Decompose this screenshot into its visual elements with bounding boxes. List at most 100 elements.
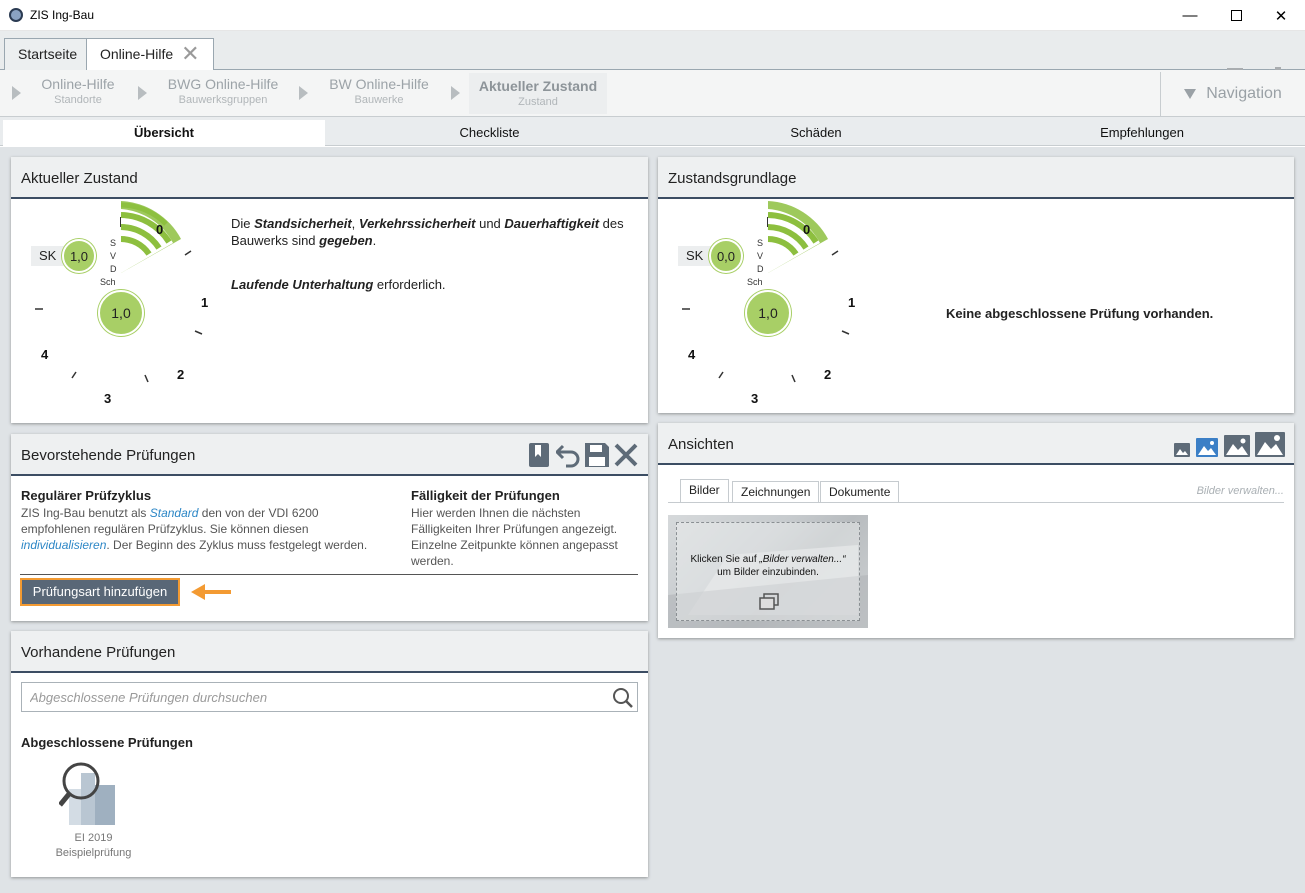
panel-title: Ansichten — [668, 436, 734, 453]
panel-title: Zustandsgrundlage — [668, 170, 797, 187]
minimize-button[interactable]: — — [1167, 0, 1213, 31]
individualize-link[interactable]: individualisieren — [21, 538, 106, 552]
search-field[interactable] — [21, 682, 638, 712]
tab-dokumente[interactable]: Dokumente — [820, 481, 900, 503]
drop-hint: Klicken Sie auf „Bilder verwalten...“ um … — [677, 553, 859, 579]
tab-label: Startseite — [18, 46, 78, 62]
text: , — [351, 216, 359, 231]
tab-startseite[interactable]: Startseite — [4, 38, 92, 70]
breadcrumb: Online-Hilfe Standorte BWG Online-Hilfe Ba… — [0, 70, 1305, 117]
breadcrumb-subtitle: Zustand — [518, 96, 558, 108]
tab-zeichnungen[interactable]: Zeichnungen — [732, 481, 820, 503]
sk-value: 0,0 — [709, 239, 743, 273]
gauge-tick — [767, 217, 768, 227]
inspection-item-date: EI 2019 — [74, 832, 113, 844]
breadcrumb-item-bauwerksgruppen[interactable]: BWG Online-Hilfe Bauwerksgruppen — [158, 76, 288, 106]
gauge-scale-label: 2 — [177, 367, 185, 382]
maintenance-note: Laufende Unterhaltung erforderlich. — [231, 277, 446, 292]
gauge-category-label: Sch — [100, 277, 116, 287]
text: gegeben — [319, 233, 373, 248]
breadcrumb-item-zustand[interactable]: Aktueller Zustand Zustand — [469, 73, 607, 114]
gauge-scale-label: 2 — [824, 367, 832, 382]
gauge-category-label: V — [757, 251, 764, 261]
divider — [668, 502, 1284, 503]
image-large-icon[interactable] — [1224, 435, 1250, 457]
text: Die — [231, 216, 255, 231]
gauge-scale-label: 0 — [803, 222, 811, 237]
breadcrumb-title: Online-Hilfe — [41, 76, 115, 92]
manage-images-link[interactable]: Bilder verwalten... — [1197, 485, 1284, 497]
gauge-scale-label: 4 — [688, 347, 696, 362]
tab-empfehlungen[interactable]: Empfehlungen — [979, 120, 1305, 146]
title-bar: ZIS Ing-Bau — ✕ — [0, 0, 1305, 31]
maximize-button[interactable] — [1213, 0, 1259, 31]
panel-bevorstehende-pruefungen: Bevorstehende Prüfungen Regulärer Prüfzy… — [11, 434, 648, 621]
panel-ansichten: Ansichten Bilder Zeichnungen Dokumente B… — [658, 423, 1294, 638]
cycle-description: ZIS Ing-Bau benutzt als Standard den von… — [21, 505, 391, 553]
tab-online-hilfe[interactable]: Online-Hilfe ✕ — [86, 38, 214, 71]
text: Laufende Unterhaltung — [231, 277, 374, 292]
chevron-right-icon — [12, 86, 21, 100]
image-xlarge-icon[interactable] — [1255, 432, 1285, 457]
panel-header: Ansichten — [658, 423, 1294, 465]
panel-vorhandene-pruefungen: Vorhandene Prüfungen Abgeschlossene Prüf… — [11, 631, 648, 877]
breadcrumb-item-standorte[interactable]: Online-Hilfe Standorte — [28, 76, 128, 106]
inspection-item-name: Beispielprüfung — [55, 847, 132, 859]
navigation-label: Navigation — [1206, 85, 1282, 102]
search-icon[interactable] — [612, 687, 634, 709]
manage-images-hint-link[interactable]: „Bilder verwalten...“ — [759, 554, 845, 565]
gauge-scale-label: 3 — [104, 391, 112, 406]
navigation-button[interactable]: Navigation — [1160, 72, 1305, 116]
section-heading: Fälligkeit der Prüfungen — [411, 488, 560, 503]
image-small-icon[interactable] — [1174, 443, 1190, 457]
app-icon — [9, 8, 23, 22]
inspection-item-label[interactable]: EI 2019 Beispielprüfung — [31, 831, 156, 861]
text: ZIS Ing-Bau benutzt als — [21, 506, 150, 520]
breadcrumb-subtitle: Bauwerke — [354, 94, 404, 106]
panel-header: Zustandsgrundlage — [658, 157, 1294, 199]
due-description: Hier werden Ihnen die nächsten Fälligkei… — [411, 506, 618, 568]
gauge-tick — [120, 217, 121, 227]
tab-bilder[interactable]: Bilder — [680, 479, 729, 503]
tab-schaeden[interactable]: Schäden — [653, 120, 979, 146]
image-medium-icon[interactable] — [1196, 438, 1218, 457]
text: Dauerhaftigkeit — [504, 216, 600, 231]
no-inspection-message: Keine abgeschlossene Prüfung vorhanden. — [946, 306, 1214, 321]
gauge-category-label: Sch — [747, 277, 763, 287]
triangle-down-icon — [1184, 89, 1197, 99]
drop-zone[interactable]: Klicken Sie auf „Bilder verwalten...“ um … — [676, 522, 860, 621]
window-title: ZIS Ing-Bau — [30, 8, 95, 22]
gauge-scale-label: 3 — [751, 391, 759, 406]
undo-icon[interactable] — [556, 442, 580, 468]
images-icon — [759, 593, 779, 610]
add-inspection-type-button[interactable]: Prüfungsart hinzufügen — [20, 578, 180, 606]
tab-checkliste[interactable]: Checkliste — [327, 120, 652, 146]
close-window-button[interactable]: ✕ — [1258, 0, 1304, 31]
standard-link[interactable]: Standard — [150, 506, 199, 520]
building-inspection-icon[interactable] — [59, 759, 121, 829]
gauge-category-label: D — [757, 264, 764, 274]
close-icon[interactable]: ✕ — [181, 43, 199, 65]
bookmark-icon[interactable] — [528, 442, 550, 468]
text: und — [475, 216, 505, 231]
close-icon[interactable] — [614, 442, 638, 468]
panel-zustandsgrundlage: Zustandsgrundlage 0 1 2 3 4 S V D Sch SK… — [658, 157, 1294, 413]
text: Verkehrssicherheit — [358, 216, 476, 231]
breadcrumb-subtitle: Bauwerksgruppen — [178, 94, 268, 106]
save-icon[interactable] — [584, 442, 610, 468]
search-input[interactable] — [22, 683, 592, 711]
tab-uebersicht[interactable]: Übersicht — [3, 120, 325, 146]
text: Standsicherheit — [254, 216, 352, 231]
breadcrumb-item-bauwerke[interactable]: BW Online-Hilfe Bauwerke — [318, 76, 440, 106]
panel-header: Vorhandene Prüfungen — [11, 631, 648, 673]
condition-description: Die Standsicherheit, Verkehrssicherheit … — [231, 215, 631, 249]
panel-title: Aktueller Zustand — [21, 170, 138, 187]
gauge-scale-label: 4 — [41, 347, 49, 362]
section-heading: Regulärer Prüfzyklus — [21, 488, 152, 503]
divider — [20, 574, 638, 575]
condition-value: 1,0 — [98, 290, 144, 336]
gauge-category-label: V — [110, 251, 117, 261]
text: Klicken Sie auf — [690, 554, 760, 565]
image-placeholder[interactable]: Klicken Sie auf „Bilder verwalten...“ um … — [668, 515, 868, 628]
gauge-category-label: S — [110, 238, 117, 248]
